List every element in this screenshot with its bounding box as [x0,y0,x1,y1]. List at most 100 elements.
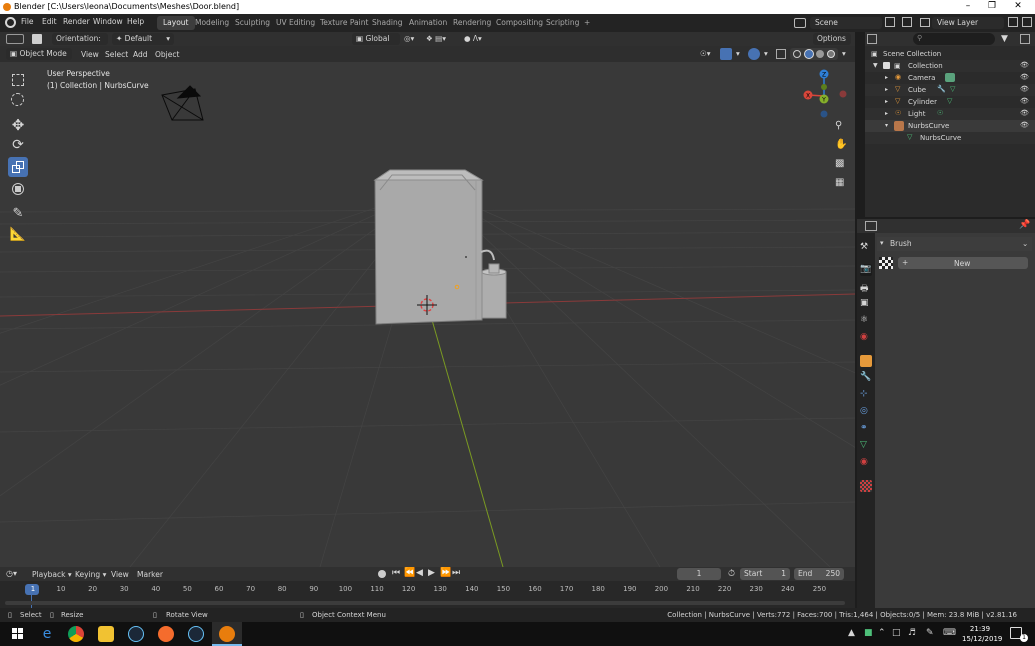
tray-arrow-icon[interactable]: ⌃ [878,628,886,638]
next-keyframe-icon[interactable]: ⏩ [440,568,451,578]
texture-checker-icon[interactable] [879,257,893,269]
neg-x-axis-handle[interactable] [839,90,847,98]
outliner-item-light[interactable]: ▸ ☉ Light ☉ 👁 [865,108,1035,120]
cylinder-object[interactable] [480,249,507,319]
chevron-down-icon[interactable]: ▾ [764,49,772,59]
menu-render[interactable]: Render [63,17,90,26]
prev-keyframe-icon[interactable]: ⏪ [404,568,415,578]
particles-tab-icon[interactable]: ⊹ [860,389,872,401]
orientation-dropdown[interactable]: ✦ Default ▾ [112,33,174,45]
material-tab-icon[interactable]: ◉ [860,457,872,469]
delete-scene-icon[interactable] [902,17,912,27]
timeline-scrollbar[interactable] [5,601,845,605]
proportional-edit-icon[interactable]: ● Λ▾ [464,34,494,44]
record-icon[interactable] [378,570,386,578]
cube-object[interactable] [373,169,484,325]
eye-icon[interactable]: 👁 [1020,121,1029,129]
physics-tab-icon[interactable]: ◎ [860,406,872,418]
wireframe-shading-icon[interactable] [793,50,801,58]
menu-window[interactable]: Window [93,17,123,26]
outliner-item-nurbscurve-data[interactable]: ▽ NurbsCurve [865,132,1035,144]
windows-start-icon[interactable] [12,628,24,640]
keyboard-icon[interactable]: ⌨ [943,628,956,638]
menu-view[interactable]: View [111,570,129,579]
stopwatch-icon[interactable]: ⏱ [728,569,735,579]
transform-tool-icon[interactable] [8,179,28,199]
object-tab-icon[interactable] [860,355,872,367]
neg-y-axis-handle[interactable] [821,84,827,90]
edge-browser-icon[interactable]: e [39,626,55,642]
new-collection-icon[interactable] [1020,34,1030,44]
chevron-down-icon[interactable]: ▾ [736,49,744,59]
menu-file[interactable]: File [21,17,34,26]
menu-add[interactable]: Add [133,50,148,59]
menu-select[interactable]: Select [105,50,128,59]
menu-marker[interactable]: Marker [137,570,163,579]
3d-viewport[interactable]: User Perspective (1) Collection | NurbsC… [0,62,855,567]
outliner-item-camera[interactable]: ▸ ◉ Camera 👁 [865,72,1035,84]
eye-icon[interactable]: 👁 [1020,109,1029,117]
maximize-icon[interactable]: ❐ [984,1,1000,13]
editor-type-icon[interactable] [6,34,24,44]
rendered-shading-icon[interactable] [827,50,835,58]
render-tab-icon[interactable]: 📷 [860,264,872,276]
steam-running-icon[interactable] [188,626,204,642]
texture-tab-icon[interactable] [860,480,872,492]
pan-hand-icon[interactable]: ✋ [835,139,847,151]
camera-view-icon[interactable]: ▩ [835,158,847,170]
close-icon[interactable]: ✕ [1010,1,1026,13]
menu-object[interactable]: Object [155,50,179,59]
checkbox-icon[interactable] [883,62,890,69]
chevron-right-icon[interactable]: ▸ [885,86,888,93]
outliner-search-input[interactable]: ⚲ [913,33,995,45]
menu-keying[interactable]: Keying ▾ [75,570,106,579]
world-tab-icon[interactable]: ◉ [860,332,872,344]
view-layer-icon[interactable] [920,18,930,27]
modifier-tab-icon[interactable]: 🔧 [860,372,872,384]
chevron-right-icon[interactable]: ▸ [885,110,888,117]
rotate-tool-icon[interactable]: ⟳ [8,135,28,155]
camera-object[interactable] [161,85,204,121]
menu-view[interactable]: View [81,50,99,59]
outliner-item-nurbscurve[interactable]: ▾ NurbsCurve 👁 [865,120,1035,132]
new-scene-icon[interactable] [885,17,895,27]
chrome-icon[interactable] [68,626,84,642]
menu-playback[interactable]: Playback ▾ [32,570,72,579]
view-layer-tab-icon[interactable]: ▣ [860,298,872,310]
blender-taskbar-button[interactable] [212,622,242,646]
tool-icon[interactable] [32,34,42,44]
pen-icon[interactable]: ✎ [926,628,934,638]
pin-icon[interactable]: 📌 [1019,220,1030,230]
outliner-editor-icon[interactable] [867,34,877,44]
navigation-gizmo[interactable]: Z X Y [795,66,851,126]
eye-icon[interactable]: 👁 [1020,97,1029,105]
scene-tab-icon[interactable]: ⚛ [860,315,872,327]
material-shading-icon[interactable] [816,50,824,58]
chevron-right-icon[interactable]: ▸ [885,74,888,81]
network-icon[interactable]: □ [892,628,901,638]
current-frame-field[interactable]: 1 [677,568,721,580]
viewport-canvas[interactable] [0,62,855,567]
scale-tool-icon[interactable] [8,157,28,177]
overlay-toggle-icon[interactable] [748,48,760,60]
tool-tab-icon[interactable]: ⚒ [860,242,872,254]
solid-shading-icon[interactable] [804,49,814,59]
options-dropdown[interactable]: Options ▾ [813,33,851,52]
jump-start-icon[interactable]: ⏮ [392,568,400,578]
ortho-grid-icon[interactable]: ▦ [835,177,847,189]
chevron-right-icon[interactable]: ▸ [885,98,888,105]
xray-toggle-icon[interactable] [776,49,786,59]
outliner-item-cube[interactable]: ▸ ▽ Cube 🔧 ▽ 👁 [865,84,1035,96]
pivot-point-icon[interactable]: ◎▾ [404,34,422,44]
eye-icon[interactable]: 👁 [1020,85,1029,93]
clock[interactable]: 21:39 15/12/2019 [962,624,1002,644]
end-frame-field[interactable]: End 250 [794,568,844,580]
transform-space-dropdown[interactable]: ▣ Global [352,33,400,45]
annotate-tool-icon[interactable]: ✎ [8,204,28,224]
nvidia-tray-icon[interactable]: ■ [864,628,873,638]
eye-icon[interactable]: 👁 [1020,73,1029,81]
move-tool-icon[interactable]: ✥ [8,115,28,135]
gizmo-toggle-icon[interactable] [720,48,732,60]
outliner-item-cylinder[interactable]: ▸ ▽ Cylinder ▽ 👁 [865,96,1035,108]
timeline-area[interactable]: 1 10 20 30 40 50 60 70 80 90 100 110 120 130 140 150 160… [0,581,855,608]
